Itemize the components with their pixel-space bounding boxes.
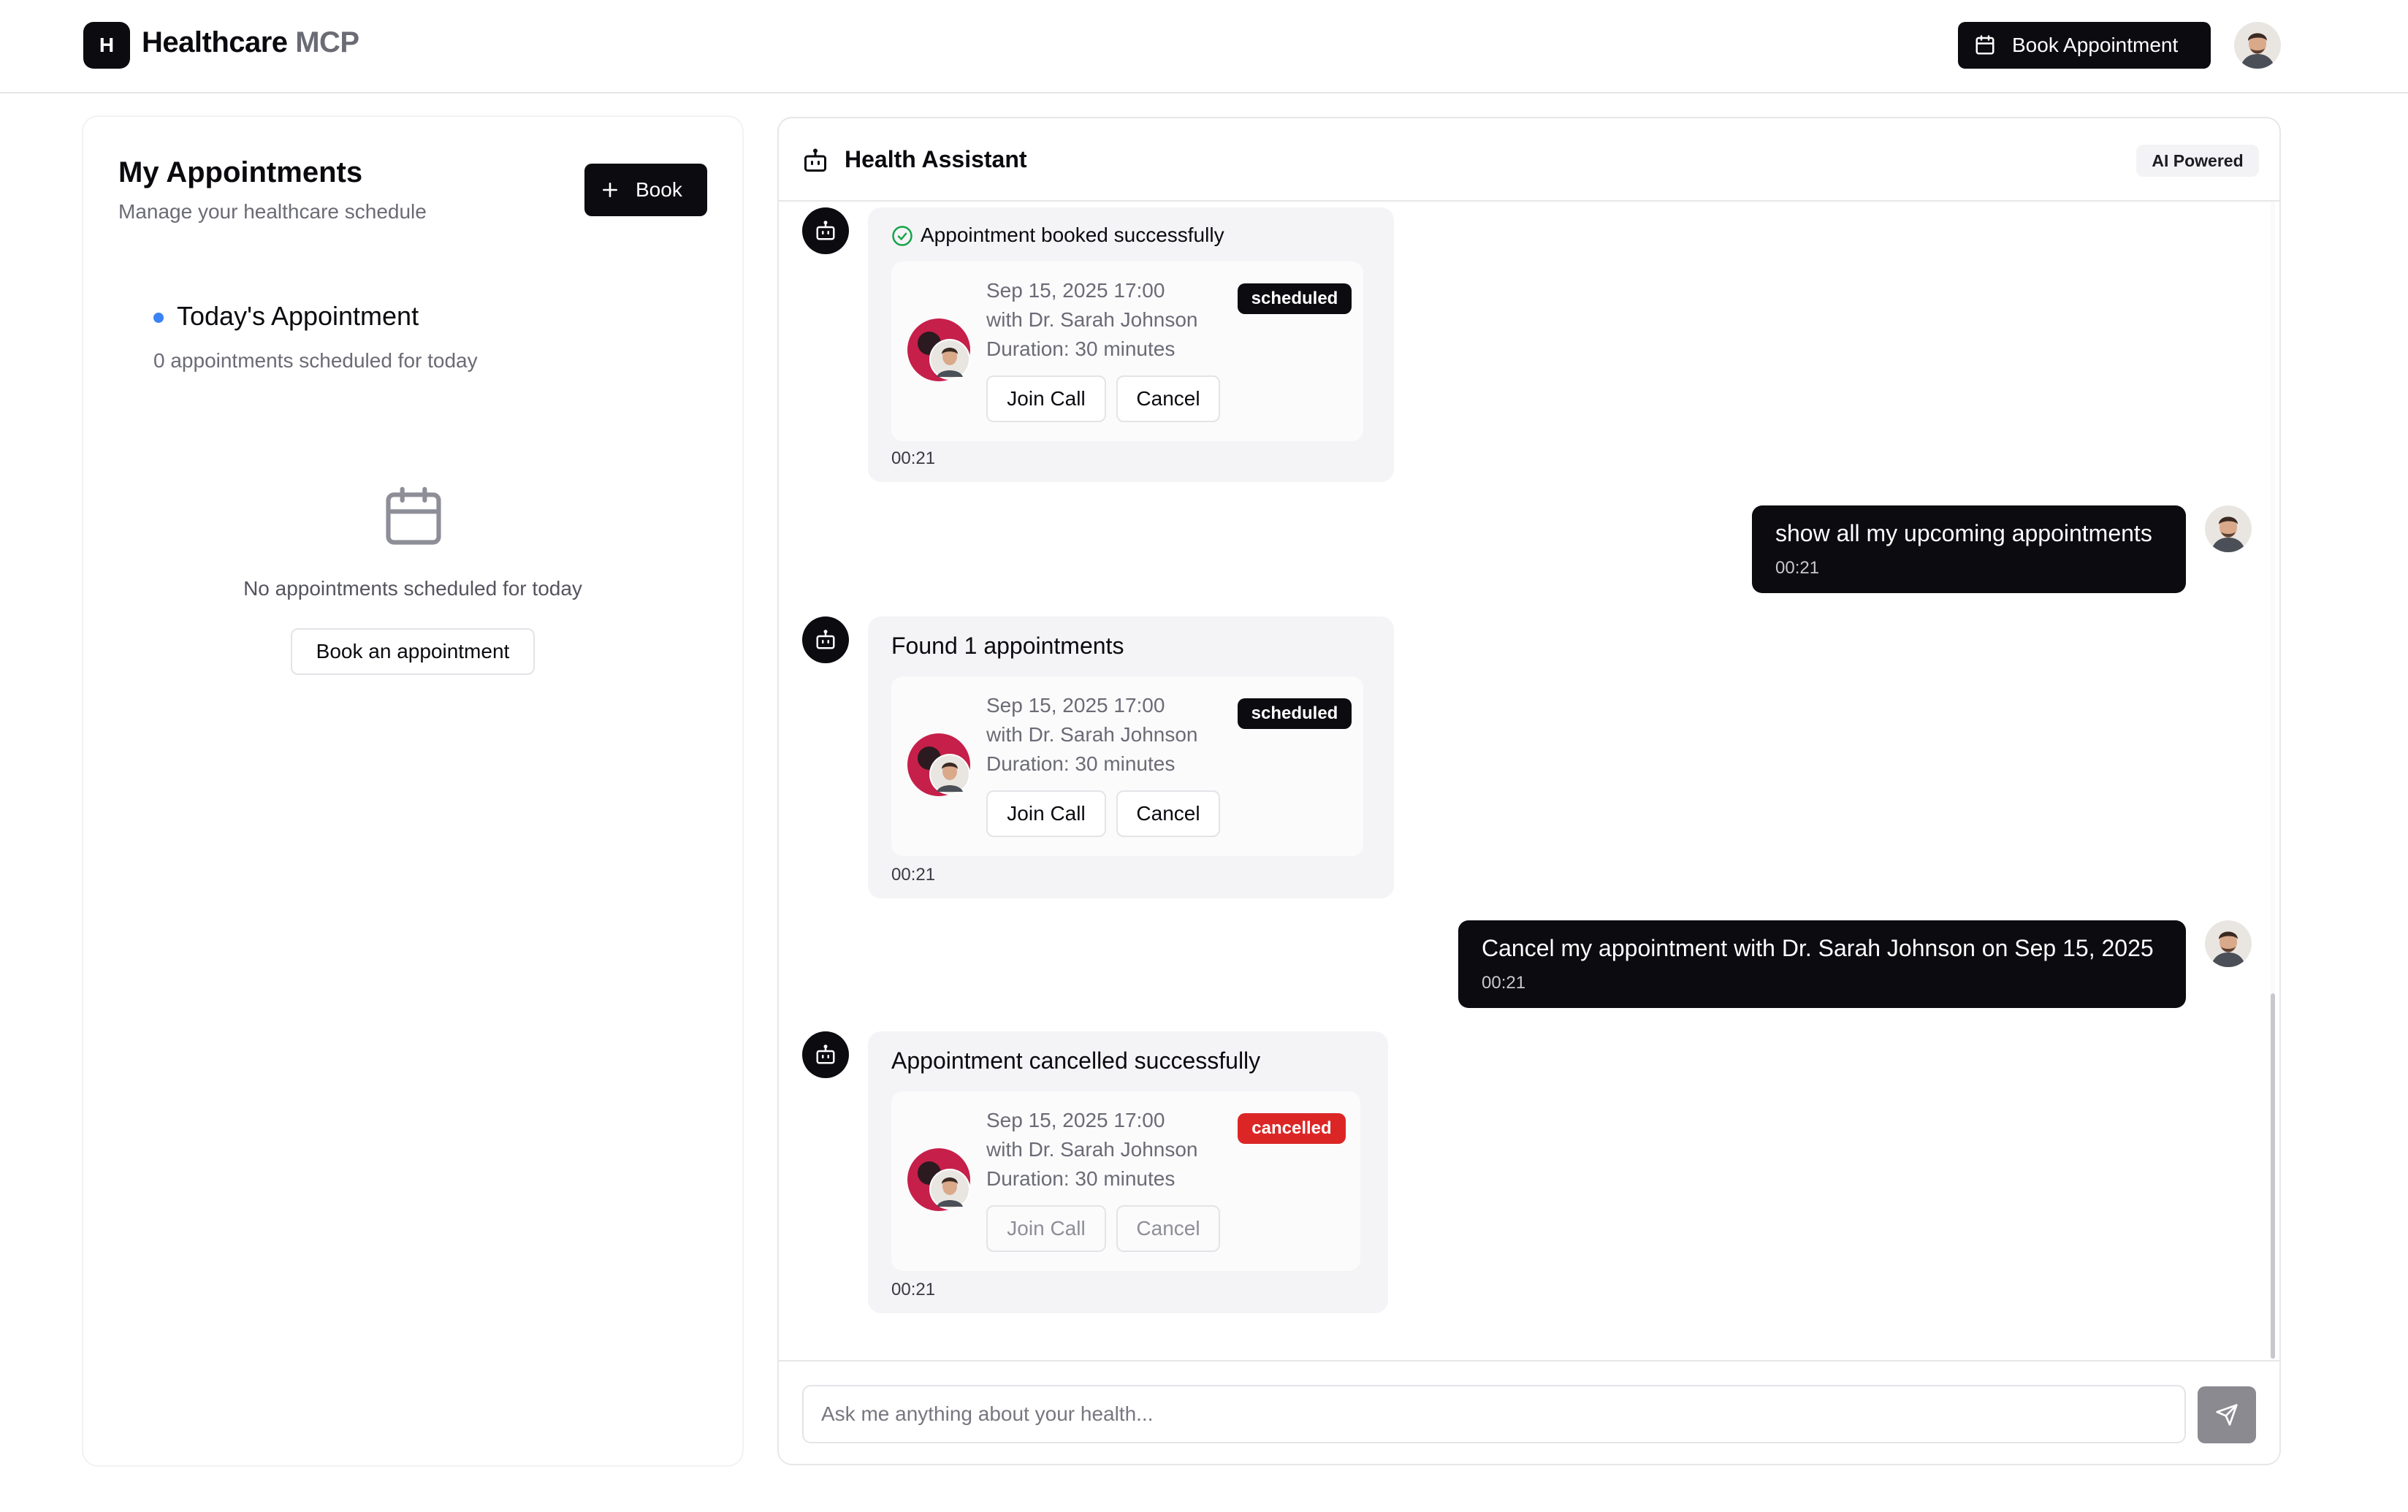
- book-appointment-button[interactable]: Book Appointment: [1958, 22, 2211, 69]
- bot-avatar: [802, 207, 849, 254]
- appointments-panel: My Appointments Manage your healthcare s…: [83, 117, 742, 1465]
- message-time: 00:21: [1775, 558, 1820, 578]
- cancel-button[interactable]: Cancel: [1116, 375, 1220, 422]
- book-appointment-label: Book Appointment: [2012, 34, 2179, 56]
- today-title: Today's Appointment: [177, 301, 419, 331]
- panel-subtitle: Manage your healthcare schedule: [118, 200, 427, 223]
- bot-icon: [816, 1045, 835, 1064]
- message-time: 00:21: [891, 865, 936, 885]
- message-title: Found 1 appointments: [891, 633, 1124, 659]
- bot-avatar: [802, 616, 849, 663]
- chat-title: Health Assistant: [845, 146, 1027, 172]
- appointment-datetime: Sep 15, 2025 17:00: [986, 694, 1165, 717]
- user-message: Cancel my appointment with Dr. Sarah Joh…: [1458, 920, 2186, 1008]
- appointment-duration: Duration: 30 minutes: [986, 1167, 1176, 1190]
- doctor-avatar: [907, 318, 970, 381]
- user-avatar: [2205, 505, 2252, 552]
- status-badge: scheduled: [1238, 698, 1352, 729]
- status-badge: cancelled: [1238, 1113, 1346, 1144]
- appointment-datetime: Sep 15, 2025 17:00: [986, 1109, 1165, 1131]
- check-circle-icon: [892, 226, 912, 246]
- bot-icon: [816, 630, 835, 649]
- message-time: 00:21: [891, 1280, 936, 1299]
- chat-header: Health Assistant AI Powered: [779, 118, 2279, 202]
- calendar-icon: [1975, 35, 1994, 55]
- message-time: 00:21: [1482, 973, 1526, 993]
- calendar-icon: [386, 486, 441, 545]
- book-an-appointment-button[interactable]: Book an appointment: [291, 628, 535, 675]
- send-icon: [2216, 1404, 2238, 1426]
- appointment-duration: Duration: 30 minutes: [986, 337, 1176, 360]
- appointment-doctor: with Dr. Sarah Johnson: [986, 1138, 1198, 1161]
- join-call-button[interactable]: Join Call: [986, 790, 1106, 837]
- bot-message: Appointment booked successfully Sep 15, …: [868, 207, 1394, 482]
- user-message-text: Cancel my appointment with Dr. Sarah Joh…: [1482, 935, 2154, 961]
- appointment-duration: Duration: 30 minutes: [986, 752, 1176, 775]
- logo-icon: H: [83, 22, 130, 69]
- panel-title: My Appointments: [118, 156, 363, 188]
- status-dot: [153, 313, 164, 323]
- chat-input[interactable]: [802, 1385, 2186, 1443]
- empty-state-text: No appointments scheduled for today: [243, 577, 582, 600]
- brand-name[interactable]: Healthcare MCP: [142, 26, 359, 59]
- status-badge: scheduled: [1238, 283, 1352, 314]
- chat-messages[interactable]: Appointment booked successfully Sep 15, …: [779, 202, 2279, 1359]
- appointment-datetime: Sep 15, 2025 17:00: [986, 279, 1165, 302]
- bot-message: Appointment cancelled successfully Sep 1…: [868, 1031, 1388, 1313]
- bot-message: Found 1 appointments Sep 15, 2025 17:00 …: [868, 616, 1394, 898]
- appointment-doctor: with Dr. Sarah Johnson: [986, 308, 1198, 331]
- join-call-button[interactable]: Join Call: [986, 1205, 1106, 1252]
- chat-panel: Health Assistant AI Powered Appointment …: [777, 117, 2281, 1465]
- book-button[interactable]: Book: [584, 164, 707, 216]
- appointment-card: Sep 15, 2025 17:00 with Dr. Sarah Johnso…: [891, 1091, 1360, 1271]
- bot-icon: [804, 148, 826, 172]
- appointment-card: Sep 15, 2025 17:00 with Dr. Sarah Johnso…: [891, 676, 1363, 856]
- user-message: show all my upcoming appointments 00:21: [1752, 505, 2186, 593]
- book-button-label: Book: [636, 178, 682, 201]
- bot-avatar: [802, 1031, 849, 1078]
- message-title: Appointment booked successfully: [921, 224, 1224, 246]
- user-avatar[interactable]: [2234, 22, 2281, 69]
- bot-icon: [816, 221, 835, 240]
- user-message-text: show all my upcoming appointments: [1775, 520, 2152, 546]
- scrollbar-thumb[interactable]: [2271, 993, 2275, 1359]
- cancel-button[interactable]: Cancel: [1116, 1205, 1220, 1252]
- appointment-card: Sep 15, 2025 17:00 with Dr. Sarah Johnso…: [891, 261, 1363, 441]
- message-time: 00:21: [891, 448, 936, 468]
- ai-powered-badge: AI Powered: [2136, 145, 2259, 177]
- join-call-button[interactable]: Join Call: [986, 375, 1106, 422]
- chat-footer: [779, 1360, 2279, 1464]
- doctor-avatar: [907, 1148, 970, 1211]
- cancel-button[interactable]: Cancel: [1116, 790, 1220, 837]
- brand-accent: MCP: [295, 26, 359, 58]
- message-title: Appointment cancelled successfully: [891, 1047, 1261, 1074]
- appointment-doctor: with Dr. Sarah Johnson: [986, 723, 1198, 746]
- top-bar: H Healthcare MCP Book Appointment: [0, 0, 2408, 93]
- today-count: 0 appointments scheduled for today: [153, 349, 478, 372]
- send-button[interactable]: [2198, 1386, 2256, 1443]
- plus-icon: [603, 183, 617, 197]
- brand-main: Healthcare: [142, 26, 288, 58]
- user-avatar: [2205, 920, 2252, 967]
- doctor-avatar: [907, 733, 970, 796]
